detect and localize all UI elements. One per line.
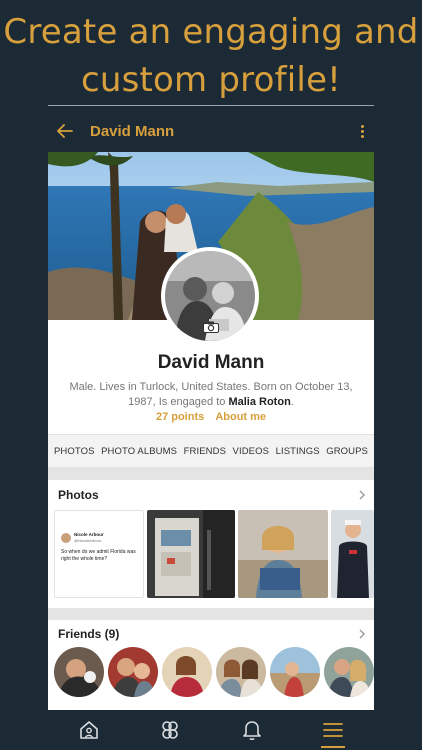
app-bar: David Mann [48,112,374,150]
photo-thumb-soldier[interactable] [331,510,374,598]
more-vertical-icon-dot [360,134,364,138]
bio-end: . [290,396,294,408]
back-button[interactable] [50,116,80,146]
about-me-link[interactable]: About me [215,411,266,423]
profile-bio: Male. Lives in Turlock, United States. B… [62,380,360,410]
profile-screen: David Mann Male. Lives in Turlock, Unite… [48,152,374,710]
groups-icon [162,721,179,739]
friend-avatar[interactable] [324,647,374,697]
more-vertical-icon [360,124,364,128]
tab-listings[interactable]: LISTINGS [276,446,320,457]
friend-photo [324,647,374,697]
photo-image [331,510,374,598]
more-vertical-icon-dot [360,129,364,133]
photo-thumb-woman-reading[interactable] [238,510,328,598]
points-link[interactable]: 27 points [156,411,204,423]
photo-image [238,510,328,598]
photos-section-title: Photos [58,488,99,502]
tab-photo-albums[interactable]: PHOTO ALBUMS [101,446,177,457]
friend-photo [54,647,104,697]
friend-avatar[interactable] [216,647,266,697]
nav-notifications[interactable] [232,712,272,748]
more-options-button[interactable] [350,116,374,146]
bell-icon [242,721,261,741]
tab-groups[interactable]: GROUPS [326,446,368,457]
tweet-text: So when do we admit Florida was right th… [61,549,136,562]
bottom-navigation [48,710,374,750]
nav-home[interactable] [69,712,109,748]
bio-text: Male. Lives in Turlock, United States. B… [69,381,353,408]
tweet-author: Nicole Arbour [74,532,104,537]
friend-avatar[interactable] [108,647,158,697]
tab-videos[interactable]: VIDEOS [233,446,270,457]
photo-thumb-gas-pump[interactable] [147,510,235,598]
app-bar-title: David Mann [90,122,175,140]
arrow-left-icon [57,124,73,138]
partner-link[interactable]: Malia Roton [228,396,290,408]
section-divider [48,468,374,480]
photo-thumb-tweet[interactable]: Nicole Arbour @NicoleArbour So when do w… [54,510,144,598]
nav-groups[interactable] [150,712,190,748]
promo-line-2: custom profile! [80,60,342,100]
camera-icon[interactable] [203,321,219,333]
profile-tabs: PHOTOS PHOTO ALBUMS FRIENDS VIDEOS LISTI… [48,434,374,468]
chevron-right-icon[interactable] [358,490,366,500]
friend-avatar[interactable] [54,647,104,697]
promo-headline: Create an engaging and custom profile! [0,8,422,104]
profile-stats: 27 points About me [48,411,374,423]
promo-line-1: Create an engaging and [3,12,419,52]
menu-icon [323,723,344,737]
tweet-handle: @NicoleArbour [74,538,102,543]
friend-photo [216,647,266,697]
tab-friends[interactable]: FRIENDS [184,446,226,457]
chevron-right-icon[interactable] [358,629,366,639]
friend-avatar[interactable] [162,647,212,697]
active-indicator [321,746,346,748]
friend-avatar[interactable] [270,647,320,697]
tweet-avatar [61,533,71,543]
promo-divider [48,105,374,106]
section-divider [48,608,374,620]
friends-section-title: Friends (9) [58,627,120,641]
friend-photo [108,647,158,697]
friend-photo [162,647,212,697]
photo-image [147,510,235,598]
nav-menu[interactable] [313,712,353,748]
home-icon [79,721,98,739]
profile-name: David Mann [157,352,265,373]
friend-photo [270,647,320,697]
tab-photos[interactable]: PHOTOS [54,446,95,457]
